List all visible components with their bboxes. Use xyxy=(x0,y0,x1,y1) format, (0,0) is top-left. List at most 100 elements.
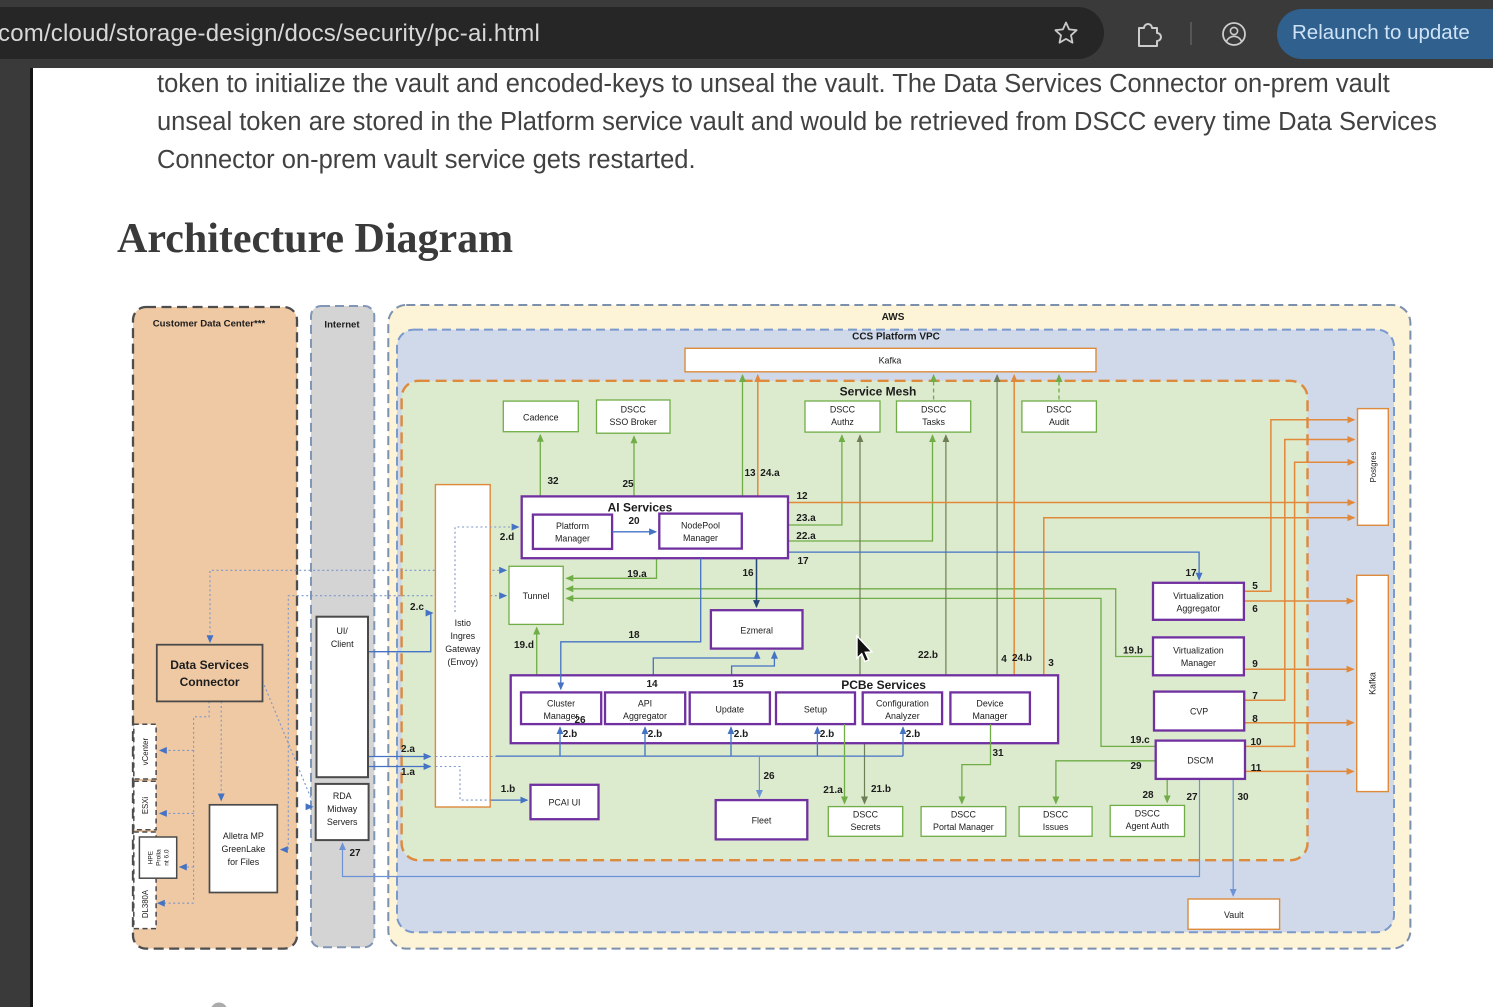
svg-text:for Files: for Files xyxy=(228,857,260,867)
svg-text:16: 16 xyxy=(742,568,754,579)
svg-text:Alletra MP: Alletra MP xyxy=(223,831,264,841)
svg-text:18: 18 xyxy=(628,630,640,641)
svg-text:11: 11 xyxy=(1251,763,1262,774)
svg-text:14: 14 xyxy=(646,679,658,690)
svg-text:Update: Update xyxy=(715,705,744,715)
svg-text:vCenter: vCenter xyxy=(141,738,150,766)
svg-text:2.b: 2.b xyxy=(563,729,577,740)
svg-text:24.a: 24.a xyxy=(760,468,780,479)
svg-text:DSCC: DSCC xyxy=(1047,405,1073,415)
svg-text:Kafka: Kafka xyxy=(879,356,902,366)
svg-text:DSCM: DSCM xyxy=(1187,756,1213,766)
svg-text:Secrets: Secrets xyxy=(850,822,881,832)
svg-text:7: 7 xyxy=(1252,691,1258,702)
svg-text:29: 29 xyxy=(1130,761,1142,772)
svg-text:DSCC: DSCC xyxy=(921,405,947,415)
svg-text:21.a: 21.a xyxy=(823,785,843,796)
svg-text:20: 20 xyxy=(628,516,640,527)
svg-text:Cluster: Cluster xyxy=(547,699,575,709)
svg-text:9: 9 xyxy=(1252,659,1258,670)
svg-text:Agent Auth: Agent Auth xyxy=(1126,821,1169,831)
svg-text:19.b: 19.b xyxy=(1123,646,1143,657)
svg-text:Aggregator: Aggregator xyxy=(623,711,667,721)
svg-text:(Envoy): (Envoy) xyxy=(448,657,479,667)
svg-text:2.b: 2.b xyxy=(906,729,920,740)
svg-text:Virtualization: Virtualization xyxy=(1173,646,1224,656)
svg-text:HPE: HPE xyxy=(147,850,154,864)
svg-text:Issues: Issues xyxy=(1043,822,1069,832)
svg-text:2.b: 2.b xyxy=(648,729,662,740)
svg-text:DL380A: DL380A xyxy=(141,889,150,918)
svg-text:27: 27 xyxy=(1186,792,1198,803)
svg-text:Tunnel: Tunnel xyxy=(523,591,550,601)
svg-text:Fleet: Fleet xyxy=(752,816,772,826)
svg-text:23.a: 23.a xyxy=(796,513,816,524)
svg-text:Analyzer: Analyzer xyxy=(885,711,920,721)
svg-text:Postgres: Postgres xyxy=(1369,452,1378,483)
svg-text:2.d: 2.d xyxy=(500,532,514,543)
svg-text:Audit: Audit xyxy=(1049,417,1070,427)
svg-text:Istio: Istio xyxy=(455,618,471,628)
svg-text:15: 15 xyxy=(732,679,744,690)
svg-text:Midway: Midway xyxy=(327,804,358,814)
svg-text:Manager: Manager xyxy=(972,711,1007,721)
svg-text:1.a: 1.a xyxy=(401,767,415,778)
svg-text:Gateway: Gateway xyxy=(445,644,481,654)
svg-text:21.b: 21.b xyxy=(871,784,891,795)
svg-text:6: 6 xyxy=(1252,604,1258,615)
svg-text:10: 10 xyxy=(1250,737,1262,748)
svg-text:31: 31 xyxy=(992,748,1004,759)
svg-text:AI Services: AI Services xyxy=(608,501,673,515)
svg-text:Virtualization: Virtualization xyxy=(1173,591,1224,601)
svg-text:DSCC: DSCC xyxy=(830,405,856,415)
svg-text:PCAI UI: PCAI UI xyxy=(548,798,580,808)
svg-text:Vault: Vault xyxy=(1224,910,1244,920)
svg-text:Data Services: Data Services xyxy=(170,658,249,672)
svg-text:12: 12 xyxy=(796,491,808,502)
svg-text:nt 6.0: nt 6.0 xyxy=(163,849,170,866)
svg-text:DSCC: DSCC xyxy=(1135,809,1161,819)
svg-text:Manager: Manager xyxy=(555,534,590,544)
svg-text:Manager: Manager xyxy=(543,711,578,721)
svg-text:Configuration: Configuration xyxy=(876,699,929,709)
svg-text:Ezmeral: Ezmeral xyxy=(740,626,773,636)
svg-text:17: 17 xyxy=(797,556,809,567)
svg-text:1.b: 1.b xyxy=(501,784,515,795)
svg-text:Kafka: Kafka xyxy=(1368,672,1378,695)
svg-text:2.c: 2.c xyxy=(410,602,424,613)
svg-text:NodePool: NodePool xyxy=(681,521,720,531)
svg-text:17: 17 xyxy=(1185,568,1197,579)
svg-text:Platform: Platform xyxy=(556,521,589,531)
svg-text:UI/: UI/ xyxy=(337,626,349,636)
svg-text:2.b: 2.b xyxy=(820,729,834,740)
svg-text:Tasks: Tasks xyxy=(922,417,945,427)
svg-text:PCBe Services: PCBe Services xyxy=(841,678,926,692)
svg-text:DSCC: DSCC xyxy=(1043,810,1069,820)
svg-text:19.c: 19.c xyxy=(1130,735,1150,746)
svg-text:Client: Client xyxy=(331,639,354,649)
svg-text:32: 32 xyxy=(547,476,559,487)
svg-text:26: 26 xyxy=(763,771,775,782)
svg-text:Cadence: Cadence xyxy=(523,413,559,423)
svg-text:Device: Device xyxy=(976,699,1003,709)
svg-text:26: 26 xyxy=(574,715,586,726)
svg-text:19.d: 19.d xyxy=(514,640,534,651)
svg-text:Aggregator: Aggregator xyxy=(1176,604,1220,614)
svg-text:25: 25 xyxy=(622,479,634,490)
svg-text:13: 13 xyxy=(744,468,756,479)
svg-text:22.a: 22.a xyxy=(796,531,816,542)
svg-text:Authz: Authz xyxy=(831,417,854,427)
svg-text:30: 30 xyxy=(1237,792,1249,803)
svg-text:2.b: 2.b xyxy=(734,729,748,740)
svg-text:Manager: Manager xyxy=(1181,658,1216,668)
svg-text:8: 8 xyxy=(1252,714,1258,725)
svg-text:Portal Manager: Portal Manager xyxy=(933,822,994,832)
svg-text:Servers: Servers xyxy=(327,817,358,827)
svg-text:2.a: 2.a xyxy=(401,744,415,755)
svg-text:RDA: RDA xyxy=(333,791,352,801)
svg-text:CCS Platform VPC: CCS Platform VPC xyxy=(852,332,940,343)
svg-text:Prolia: Prolia xyxy=(155,849,162,866)
svg-text:Internet: Internet xyxy=(324,320,360,331)
svg-text:DSCC: DSCC xyxy=(951,810,977,820)
svg-text:Setup: Setup xyxy=(804,705,827,715)
